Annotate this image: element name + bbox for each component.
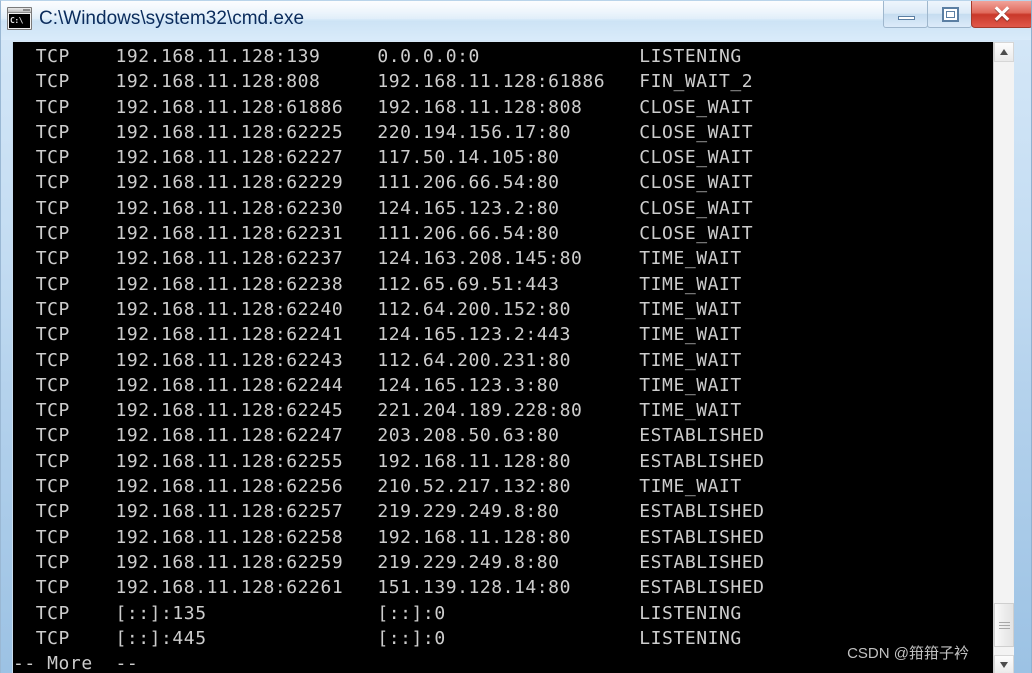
scrollbar-thumb[interactable] (994, 603, 1014, 647)
close-icon: ✕ (992, 1, 1012, 27)
terminal-line: TCP 192.168.11.128:62258 192.168.11.128:… (13, 526, 765, 548)
terminal-line: TCP 192.168.11.128:62256 210.52.217.132:… (13, 476, 742, 498)
terminal-line: TCP 192.168.11.128:62255 192.168.11.128:… (13, 450, 765, 472)
console-output-surface[interactable]: TCP 192.168.11.128:139 0.0.0.0:0 LISTENI… (13, 42, 994, 673)
terminal-line: TCP 192.168.11.128:62227 117.50.14.105:8… (13, 147, 754, 169)
console-client-area: TCP 192.168.11.128:139 0.0.0.0:0 LISTENI… (12, 41, 1014, 673)
terminal-line: TCP 192.168.11.128:62243 112.64.200.231:… (13, 349, 742, 371)
icon-titlebar-stripe (8, 8, 31, 13)
terminal-line: TCP [::]:135 [::]:0 LISTENING (13, 602, 742, 624)
terminal-line: TCP 192.168.11.128:62231 111.206.66.54:8… (13, 223, 754, 245)
thumb-grip-line (999, 628, 1010, 629)
terminal-line: TCP 192.168.11.128:62241 124.165.123.2:4… (13, 324, 742, 346)
scroll-down-arrow-icon (1000, 662, 1008, 668)
minimize-icon (898, 16, 915, 20)
thumb-grip-line (999, 622, 1010, 623)
terminal-line: TCP 192.168.11.128:62261 151.139.128.14:… (13, 577, 765, 599)
terminal-line: TCP 192.168.11.128:62225 220.194.156.17:… (13, 121, 754, 143)
terminal-line: TCP 192.168.11.128:808 192.168.11.128:61… (13, 71, 754, 93)
cmd-console-icon[interactable]: C:\ (7, 7, 32, 30)
terminal-line: TCP 192.168.11.128:62245 221.204.189.228… (13, 400, 742, 422)
terminal-line: TCP 192.168.11.128:62244 124.165.123.3:8… (13, 374, 742, 396)
terminal-line: TCP 192.168.11.128:62240 112.64.200.152:… (13, 298, 742, 320)
window-controls: ✕ (883, 1, 1031, 32)
maximize-button[interactable] (927, 1, 972, 28)
close-button[interactable]: ✕ (971, 1, 1031, 28)
thumb-grip-line (999, 625, 1010, 626)
scrollbar-track[interactable] (994, 62, 1014, 655)
title-bar[interactable]: C:\ C:\Windows\system32\cmd.exe ✕ (1, 1, 1031, 40)
terminal-line: TCP 192.168.11.128:62237 124.163.208.145… (13, 248, 742, 270)
terminal-line: TCP 192.168.11.128:62247 203.208.50.63:8… (13, 425, 765, 447)
terminal-line: TCP 192.168.11.128:62257 219.229.249.8:8… (13, 501, 765, 523)
cmd-window: C:\ C:\Windows\system32\cmd.exe ✕ TCP 19… (0, 0, 1032, 673)
window-title: C:\Windows\system32\cmd.exe (39, 8, 305, 29)
terminal-line: TCP 192.168.11.128:61886 192.168.11.128:… (13, 96, 754, 118)
terminal-line: TCP 192.168.11.128:139 0.0.0.0:0 LISTENI… (13, 46, 742, 67)
scroll-down-button[interactable] (994, 655, 1014, 673)
terminal-line: TCP 192.168.11.128:62238 112.65.69.51:44… (13, 273, 742, 295)
maximize-icon (942, 7, 959, 22)
scroll-up-button[interactable] (994, 42, 1014, 62)
terminal-text: TCP 192.168.11.128:139 0.0.0.0:0 LISTENI… (13, 44, 994, 673)
scroll-up-arrow-icon (1000, 49, 1008, 55)
terminal-line: TCP 192.168.11.128:62230 124.165.123.2:8… (13, 197, 754, 219)
vertical-scrollbar[interactable] (993, 42, 1014, 673)
minimize-button[interactable] (883, 1, 928, 28)
terminal-line: TCP 192.168.11.128:62259 219.229.249.8:8… (13, 551, 765, 573)
icon-screen-text: C:\ (9, 14, 30, 28)
csdn-watermark: CSDN @箝箝子衿 (847, 645, 969, 662)
terminal-line: TCP 192.168.11.128:62229 111.206.66.54:8… (13, 172, 754, 194)
